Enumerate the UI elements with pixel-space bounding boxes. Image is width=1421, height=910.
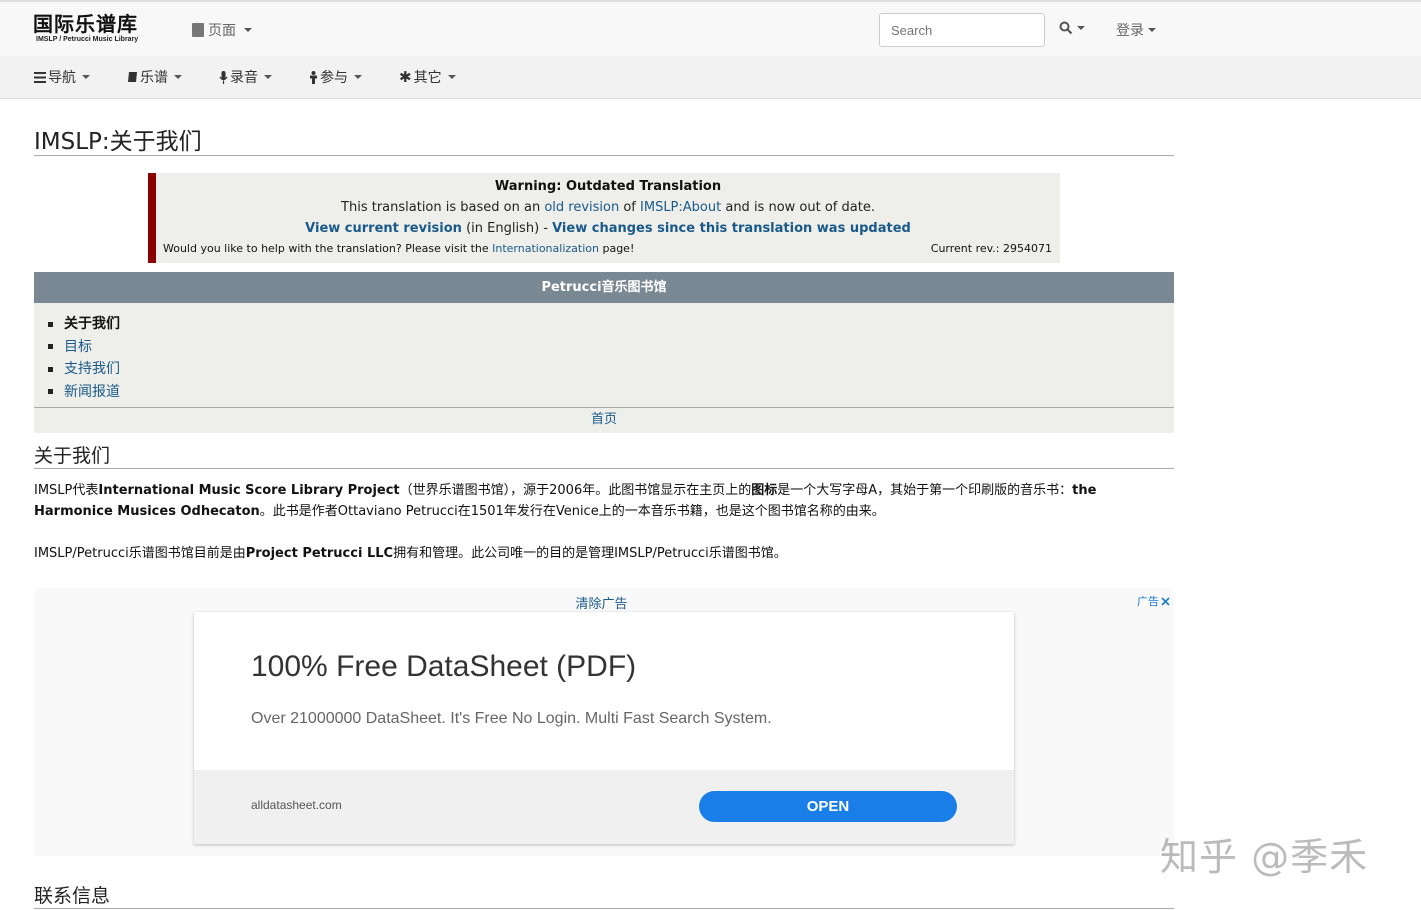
- file-icon: [192, 23, 204, 37]
- navbox-header: Petrucci音乐图书馆: [34, 272, 1174, 303]
- navbox-item-goals[interactable]: 目标: [48, 336, 120, 359]
- section-heading-contact: 联系信息: [34, 885, 111, 907]
- navbox-item-press[interactable]: 新闻报道: [48, 381, 120, 404]
- zhihu-watermark: 知乎 @季禾: [1160, 835, 1369, 879]
- ad-card[interactable]: 100% Free DataSheet (PDF) Over 21000000 …: [194, 612, 1014, 844]
- search-icon: [1059, 21, 1073, 35]
- top-bar: 国际乐谱库 IMSLP / Petrucci Music Library 页面 …: [0, 0, 1421, 56]
- close-icon[interactable]: [1161, 596, 1170, 606]
- navbox-footer: 首页: [34, 408, 1174, 433]
- nav-item-label: 参与: [320, 70, 348, 86]
- ad-description: Over 21000000 DataSheet. It's Free No Lo…: [251, 710, 772, 727]
- para-text: 是一个大写字母A，其始于第一个印刷版的音乐书：: [777, 483, 1073, 498]
- site-logo[interactable]: 国际乐谱库 IMSLP / Petrucci Music Library: [33, 13, 138, 44]
- imslp-about-link[interactable]: IMSLP:About: [640, 200, 721, 215]
- chevron-down-icon: [354, 75, 362, 79]
- chevron-down-icon: [1077, 26, 1085, 30]
- chevron-down-icon: [1148, 28, 1156, 32]
- page-menu-dropdown[interactable]: 页面: [192, 20, 252, 40]
- internationalization-link[interactable]: Internationalization: [492, 242, 599, 255]
- para-text: 。此书是作者Ottaviano Petrucci在1501年发行在Venice上…: [259, 504, 885, 519]
- warning-line-4: Would you like to help with the translat…: [163, 242, 634, 255]
- main-nav-bar: 导航 乐谱 录音 参与 ✱ 其它: [0, 56, 1421, 99]
- login-dropdown[interactable]: 登录: [1116, 20, 1156, 40]
- warning-text: This translation is based on an: [341, 200, 545, 215]
- ad-title[interactable]: 100% Free DataSheet (PDF): [251, 650, 636, 684]
- logo-en-text: IMSLP / Petrucci Music Library: [36, 36, 139, 43]
- chevron-down-icon: [174, 75, 182, 79]
- current-revision-label: Current rev.: 2954071: [930, 242, 1052, 255]
- section-divider: [34, 908, 1174, 909]
- navbox-item-support[interactable]: 支持我们: [48, 358, 120, 381]
- section-heading-about: 关于我们: [34, 445, 111, 467]
- logo-cn-text: 国际乐谱库: [33, 12, 138, 36]
- page-title: IMSLP:关于我们: [34, 129, 202, 155]
- ad-open-button[interactable]: OPEN: [699, 791, 957, 822]
- ad-footer: alldatasheet.com OPEN: [194, 770, 1014, 844]
- login-label: 登录: [1116, 23, 1144, 39]
- para-bold-text: 图标: [751, 483, 778, 498]
- warning-title: Warning: Outdated Translation: [494, 179, 722, 194]
- navbox-item-label: 关于我们: [64, 316, 120, 332]
- microphone-icon: [219, 70, 228, 84]
- nav-item-label: 录音: [230, 70, 258, 86]
- warning-line-3: View current revision (in English) - Vie…: [156, 221, 1060, 236]
- view-current-revision-link[interactable]: View current revision: [305, 221, 462, 236]
- nav-item-participate[interactable]: 参与: [309, 67, 362, 87]
- warning-text: of: [619, 200, 641, 215]
- nav-item-label: 导航: [48, 70, 76, 86]
- para-bold-text: Project Petrucci LLC: [245, 546, 394, 561]
- about-paragraph-1: IMSLP代表International Music Score Library…: [34, 480, 1134, 522]
- navbox-item-label[interactable]: 新闻报道: [64, 381, 120, 404]
- para-text: 拥有和管理。此公司唯一的目的是管理IMSLP/Petrucci乐谱图书馆。: [393, 546, 787, 561]
- nav-item-navigation[interactable]: 导航: [34, 67, 90, 87]
- chevron-down-icon: [447, 75, 456, 79]
- asterisk-icon: ✱: [399, 68, 412, 86]
- advertisement: 清除广告 广告 100% Free DataSheet (PDF) Over 2…: [34, 588, 1174, 856]
- warning-text: (in English) -: [461, 221, 553, 236]
- nav-item-scores[interactable]: 乐谱: [127, 67, 182, 87]
- navbox-item-label[interactable]: 支持我们: [64, 358, 120, 381]
- about-paragraph-2: IMSLP/Petrucci乐谱图书馆目前是由Project Petrucci …: [34, 543, 1134, 564]
- ad-choices-badge[interactable]: 广告: [1137, 593, 1170, 609]
- chevron-down-icon: [244, 28, 252, 32]
- warning-text: page!: [598, 242, 635, 255]
- title-divider: [34, 155, 1174, 156]
- para-text: IMSLP/Petrucci乐谱图书馆目前是由: [34, 546, 246, 561]
- nav-item-recordings[interactable]: 录音: [219, 67, 272, 87]
- para-text: IMSLP代表: [34, 483, 99, 498]
- section-divider: [34, 468, 1174, 469]
- search-input[interactable]: [879, 13, 1045, 47]
- list-icon: [34, 71, 46, 83]
- chevron-down-icon: [82, 75, 90, 79]
- search-button[interactable]: [1059, 21, 1085, 35]
- outdated-translation-warning: Warning: Outdated Translation This trans…: [148, 173, 1060, 263]
- warning-text: and is now out of date.: [721, 200, 875, 215]
- navbox-body: 关于我们 目标 支持我们 新闻报道: [34, 303, 1174, 408]
- view-changes-link[interactable]: View changes since this translation was …: [552, 221, 911, 236]
- para-text: （世界乐谱图书馆），源于2006年。此图书馆显示在主页上的: [399, 483, 752, 498]
- remove-ads-link[interactable]: 清除广告: [34, 593, 1169, 612]
- person-icon: [310, 70, 317, 84]
- navbox-list: 关于我们 目标 支持我们 新闻报道: [48, 313, 120, 403]
- warning-text: Would you like to help with the translat…: [163, 242, 493, 255]
- nav-item-label: 乐谱: [140, 70, 168, 86]
- ad-tag-label: 广告: [1137, 595, 1159, 608]
- navbox-item-label[interactable]: 目标: [64, 336, 92, 359]
- old-revision-link[interactable]: old revision: [544, 200, 619, 215]
- ad-domain: alldatasheet.com: [251, 798, 342, 812]
- nav-item-other[interactable]: ✱ 其它: [399, 67, 456, 87]
- page-menu-label: 页面: [208, 23, 236, 39]
- home-link[interactable]: 首页: [591, 412, 617, 427]
- warning-line-2: This translation is based on an old revi…: [156, 200, 1060, 215]
- nav-item-label: 其它: [413, 70, 442, 86]
- navbox-item-about: 关于我们: [48, 313, 120, 336]
- book-icon: [128, 72, 137, 82]
- chevron-down-icon: [264, 75, 272, 79]
- para-bold-text: International Music Score Library Projec…: [98, 483, 400, 498]
